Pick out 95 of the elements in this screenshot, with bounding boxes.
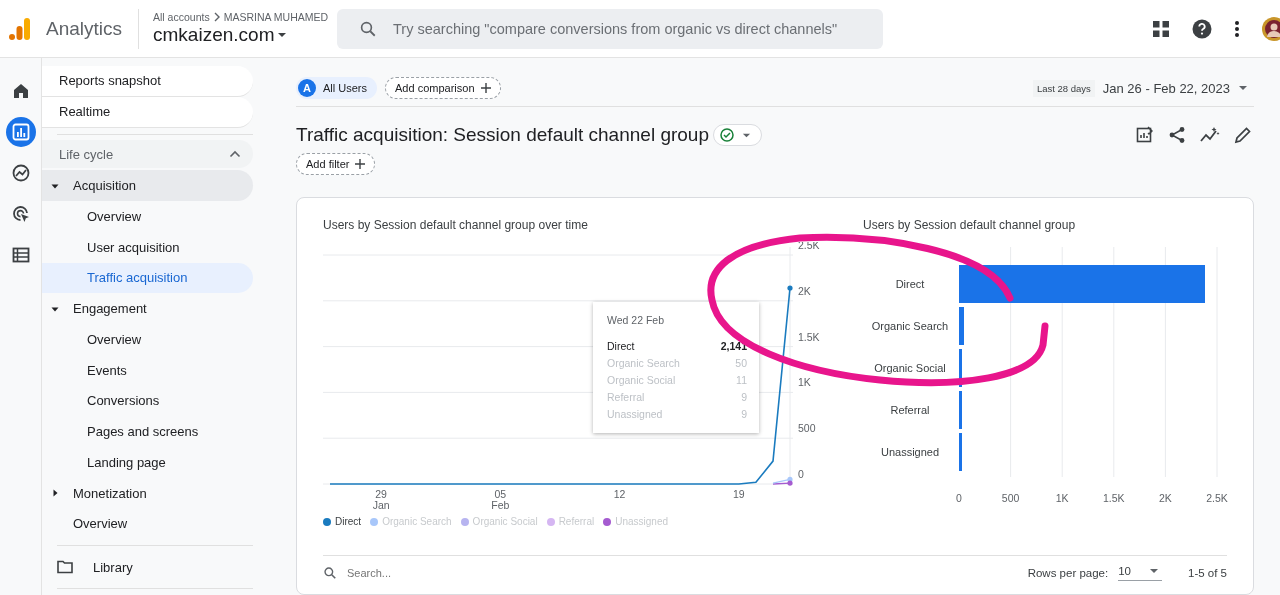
axis-tick-label: 0 bbox=[956, 492, 962, 504]
legend-label: Referral bbox=[558, 516, 595, 527]
nav-item[interactable]: Landing page bbox=[42, 447, 253, 478]
bar bbox=[959, 391, 963, 429]
pagination-range: 1-5 of 5 bbox=[1188, 567, 1227, 579]
chart-title: Users by Session default channel group bbox=[863, 218, 1077, 234]
folder-icon bbox=[57, 560, 73, 575]
account-name[interactable]: MASRINA MUHAMED bbox=[223, 11, 329, 23]
category-label: Organic Search bbox=[871, 320, 949, 332]
nav-item[interactable]: Realtime bbox=[42, 96, 253, 128]
nav-item[interactable]: Overview bbox=[42, 324, 253, 355]
nav-item[interactable]: Conversions bbox=[42, 385, 253, 417]
chart-title: Users by Session default channel group over time bbox=[323, 218, 589, 234]
nav-item[interactable]: Pages and screens bbox=[42, 416, 253, 447]
axis-tick-label: 0 bbox=[798, 468, 804, 480]
axis-tick-label: 500 bbox=[1001, 492, 1020, 504]
triangle-icon bbox=[51, 489, 59, 498]
axis-tick-label: 500 bbox=[798, 422, 816, 435]
verified-status-dropdown[interactable] bbox=[713, 124, 762, 146]
nav-item[interactable]: Events bbox=[42, 354, 253, 386]
tooltip-value: 50 bbox=[735, 357, 747, 371]
date-preset-label: Last 28 days bbox=[1032, 79, 1095, 97]
caret-icon bbox=[277, 30, 288, 40]
caret-icon bbox=[1149, 566, 1159, 576]
edit-icon[interactable] bbox=[1234, 126, 1252, 144]
edit-report-icon[interactable] bbox=[1136, 126, 1154, 144]
check-circle-icon bbox=[720, 128, 734, 142]
chevron-icon bbox=[229, 150, 241, 159]
search-icon bbox=[323, 566, 337, 580]
plus-icon bbox=[355, 159, 366, 169]
axis-tick-label: 2.5K bbox=[798, 242, 820, 251]
nav-item[interactable]: User acquisition bbox=[42, 231, 253, 263]
axis-tick-label: 1.5K bbox=[798, 330, 820, 343]
section-header[interactable]: Life cycle bbox=[42, 140, 253, 169]
data-point bbox=[787, 285, 793, 291]
report-title: Traffic acquisition: Session default channel group bbox=[296, 124, 709, 146]
plus-icon bbox=[480, 83, 491, 93]
nav-group[interactable]: Engagement bbox=[42, 293, 253, 324]
category-label: Direct bbox=[895, 278, 925, 290]
breadcrumb-link[interactable]: All accounts bbox=[153, 11, 210, 23]
axis-tick-label: 1.5K bbox=[1103, 492, 1125, 504]
insights-icon[interactable] bbox=[1200, 126, 1220, 144]
bar bbox=[959, 349, 963, 387]
comparison-chip[interactable]: A All Users bbox=[296, 77, 377, 99]
share-icon[interactable] bbox=[1168, 126, 1186, 144]
library-item[interactable]: Library bbox=[42, 552, 253, 582]
tooltip-value: 11 bbox=[736, 374, 747, 388]
axis-tick-label: 12 bbox=[613, 488, 626, 500]
analytics-logo-icon bbox=[8, 16, 32, 41]
nav-group[interactable]: Overview bbox=[42, 508, 253, 540]
more-icon[interactable] bbox=[1234, 19, 1240, 38]
reports-nav-icon[interactable] bbox=[5, 117, 36, 147]
axis-tick-label: 2K bbox=[1159, 492, 1172, 504]
bar bbox=[959, 433, 963, 471]
category-label: Organic Social bbox=[874, 362, 946, 374]
add-comparison-button[interactable]: Add comparison bbox=[385, 77, 501, 99]
nav-item[interactable]: Traffic acquisition bbox=[42, 262, 253, 294]
product-name: Analytics bbox=[46, 17, 123, 40]
rows-per-page-select[interactable]: 10 bbox=[1118, 565, 1162, 581]
property-selector[interactable]: cmkaizen.com bbox=[153, 24, 338, 46]
search-icon bbox=[359, 19, 378, 38]
tooltip-label: Organic Search bbox=[607, 357, 680, 371]
legend-item[interactable]: Direct bbox=[323, 516, 362, 527]
chevron-right-icon bbox=[212, 12, 221, 22]
axis-tick-label: 2.5K bbox=[1206, 492, 1228, 504]
caret-icon bbox=[1238, 83, 1248, 93]
nav-item[interactable]: Overview bbox=[42, 201, 253, 232]
tooltip-label: Referral bbox=[607, 391, 645, 405]
rows-per-page-label: Rows per page: bbox=[1027, 567, 1109, 579]
tooltip-label: Unassigned bbox=[607, 408, 663, 422]
nav-group[interactable]: Monetization bbox=[42, 477, 253, 509]
search-field[interactable]: Try searching "compare conversions from organic vs direct channels" bbox=[337, 8, 884, 49]
tooltip-label: Direct bbox=[607, 340, 635, 354]
help-icon[interactable] bbox=[1192, 18, 1212, 39]
axis-tick-label: 29 Jan bbox=[372, 488, 390, 511]
date-range-selector[interactable]: Jan 26 - Feb 22, 2023 bbox=[1102, 80, 1248, 96]
category-label: Referral bbox=[890, 404, 930, 416]
nav-item[interactable]: Reports snapshot bbox=[42, 66, 253, 97]
axis-tick-label: 19 bbox=[733, 488, 745, 500]
search-input[interactable]: Try searching "compare conversions from organic vs direct channels" bbox=[391, 19, 884, 38]
bar bbox=[959, 307, 965, 345]
axis-tick-label: 05 Feb bbox=[491, 488, 510, 511]
apps-grid-icon[interactable] bbox=[1152, 19, 1170, 38]
tooltip-date: Wed 22 Feb bbox=[607, 314, 665, 326]
nav-group[interactable]: Acquisition bbox=[42, 170, 253, 201]
tooltip-label: Organic Social bbox=[607, 374, 676, 388]
axis-tick-label: 1K bbox=[1055, 492, 1069, 504]
tooltip-value: 9 bbox=[741, 408, 747, 422]
axis-tick-label: 2K bbox=[798, 284, 811, 297]
avatar[interactable] bbox=[1262, 16, 1280, 41]
tooltip-value: 9 bbox=[741, 391, 747, 405]
add-filter-button[interactable]: Add filter bbox=[296, 153, 376, 175]
category-label: Unassigned bbox=[880, 446, 940, 458]
legend-label: Direct bbox=[335, 516, 362, 527]
axis-tick-label: 1K bbox=[798, 376, 811, 389]
